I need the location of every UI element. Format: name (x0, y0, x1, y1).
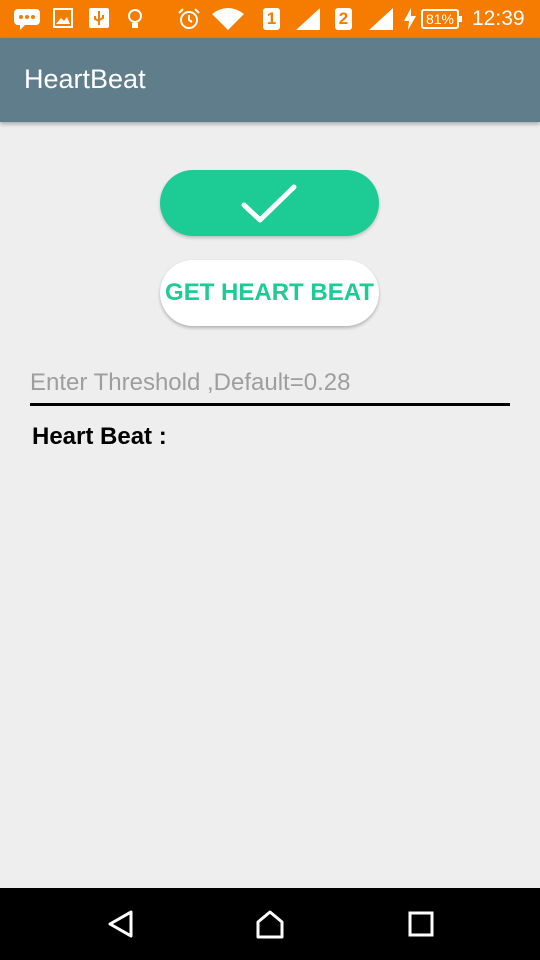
checkmark-icon (241, 184, 297, 223)
image-icon (53, 8, 73, 33)
status-time: 12:39 (472, 7, 525, 30)
charging-icon (404, 8, 416, 35)
sim2-badge: 2 (335, 8, 352, 30)
recents-icon[interactable] (406, 909, 436, 939)
navigation-bar (0, 888, 540, 960)
heart-beat-label: Heart Beat : (32, 423, 167, 450)
app-bar: HeartBeat (0, 38, 540, 122)
signal-icon (369, 8, 393, 35)
threshold-input[interactable] (30, 362, 510, 406)
battery-level: 81% (421, 9, 462, 29)
usb-icon (89, 8, 109, 33)
get-heart-beat-button[interactable]: GET HEART BEAT (160, 260, 379, 326)
app-title: HeartBeat (24, 64, 146, 94)
signal-icon (296, 8, 320, 35)
status-bar: 1 2 81% 12:39 (0, 0, 540, 38)
lightbulb-icon (126, 8, 144, 35)
home-icon[interactable] (255, 909, 285, 939)
check-button[interactable] (160, 170, 379, 236)
wifi-icon (212, 8, 244, 35)
chat-icon (14, 8, 40, 35)
back-icon[interactable] (105, 909, 135, 939)
alarm-icon (177, 8, 201, 35)
sim1-badge: 1 (263, 8, 280, 30)
